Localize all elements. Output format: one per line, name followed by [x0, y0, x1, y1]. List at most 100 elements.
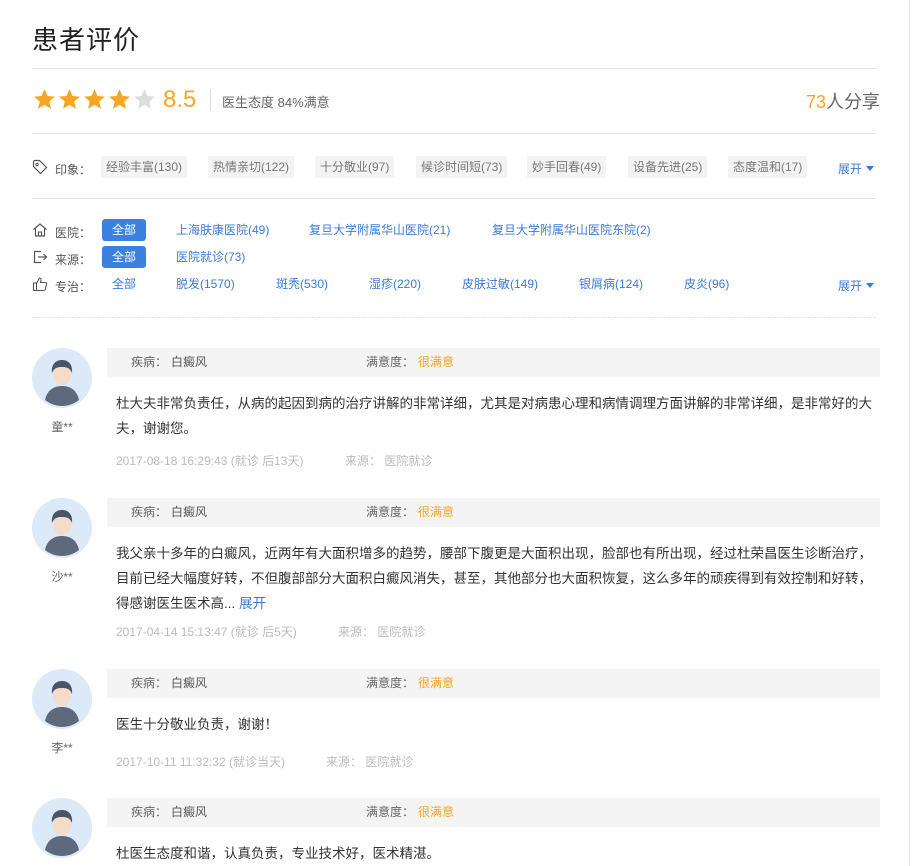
impression-tag[interactable]: 妙手回春(49) [527, 156, 607, 178]
impression-tag[interactable]: 设备先进(25) [628, 156, 708, 178]
specialty-filter-label: 专治： [55, 280, 92, 294]
exit-icon [33, 250, 48, 264]
disease-label: 疾病： [131, 355, 168, 369]
satisfaction-label: 满意度： [366, 805, 415, 819]
star-empty-icon [134, 89, 155, 109]
review-text-content: 医生十分敬业负责，谢谢！ [116, 717, 278, 732]
impression-tag[interactable]: 候诊时间短(73) [416, 156, 508, 178]
review-header: 疾病： 白癜风 满意度： 很满意 [107, 348, 880, 377]
star-filled-icon [84, 89, 105, 109]
satisfaction-label: 满意度： [366, 676, 415, 690]
divider [32, 198, 876, 199]
source-label: 来源： [326, 755, 363, 769]
hospital-option[interactable]: 复旦大学附属华山医院(21) [309, 219, 450, 241]
caret-down-icon [866, 166, 874, 171]
review-text: 杜医生态度和谐，认真负责，专业技术好，医术精湛。 [116, 841, 876, 866]
source-option-all[interactable]: 全部 [102, 246, 147, 268]
review-item: 疾病： 白癜风 满意度： 很满意 杜医生态度和谐，认真负责，专业技术好，医术精湛… [32, 798, 880, 866]
expand-label: 展开 [837, 162, 862, 176]
specialty-option[interactable]: 斑秃(530) [276, 273, 328, 295]
hospital-filter-row: 医院： 全部 上海肤康医院(49) 复旦大学附属华山医院(21) 复旦大学附属华… [32, 219, 880, 243]
star-filled-icon [109, 89, 130, 109]
source-value: 医院就诊 [384, 454, 433, 468]
review-text: 杜大夫非常负责任，从病的起因到病的治疗讲解的非常详细，尤其是对病患心理和病情调理… [116, 391, 876, 441]
specialty-option[interactable]: 皮炎(96) [684, 273, 729, 295]
disease-label: 疾病： [131, 805, 168, 819]
review-header: 疾病： 白癜风 满意度： 很满意 [107, 498, 880, 527]
review-text-content: 杜医生态度和谐，认真负责，专业技术好，医术精湛。 [116, 846, 440, 861]
divider [32, 133, 876, 134]
disease-label: 疾病： [131, 505, 168, 519]
specialty-option[interactable]: 银屑病(124) [579, 273, 643, 295]
review-header: 疾病： 白癜风 满意度： 很满意 [107, 798, 880, 827]
satisfaction-value: 很满意 [418, 355, 455, 369]
share-count: 73人分享 [806, 88, 880, 114]
review-date: 2017-10-11 11:32:32 (就诊当天) [116, 755, 285, 769]
disease-value: 白癜风 [171, 355, 208, 369]
impressions-expand-button[interactable]: 展开 [838, 160, 874, 177]
specialty-filter-row: 专治： 全部 脱发(1570) 斑秃(530) 湿疹(220) 皮肤过敏(149… [32, 273, 880, 297]
source-filter-label: 来源： [55, 253, 92, 267]
specialty-option-all[interactable]: 全部 [112, 273, 136, 295]
satisfaction-value: 很满意 [418, 505, 455, 519]
patient-reviews-panel: 患者评价 8.5 医生态度 84%满意 73人分享 印象： 经验丰富(130) … [0, 0, 910, 866]
divider [32, 68, 876, 69]
impression-label: 印象： [55, 163, 92, 177]
avatar [32, 498, 92, 558]
review-source: 来源： 医院就诊 [338, 623, 425, 640]
hospital-filter-label: 医院： [55, 226, 92, 240]
reviewer-name: 李** [51, 741, 73, 755]
caret-down-icon [866, 283, 874, 288]
reviewer-name: 沙** [51, 570, 73, 584]
review-date: 2017-04-14 15:13:47 (就诊 后5天) [116, 625, 297, 639]
divider [32, 317, 876, 318]
satisfaction-label: 满意度： [366, 355, 415, 369]
review-text-content: 我父亲十多年的白癜风，近两年有大面积增多的趋势，腰部下腹更是大面积出现，脸部也有… [116, 546, 872, 611]
review-text: 我父亲十多年的白癜风，近两年有大面积增多的趋势，腰部下腹更是大面积出现，脸部也有… [116, 541, 876, 616]
review-text: 医生十分敬业负责，谢谢！ [116, 712, 876, 737]
specialty-option[interactable]: 皮肤过敏(149) [462, 273, 538, 295]
impression-tag[interactable]: 经验丰富(130) [101, 156, 188, 178]
hospital-option[interactable]: 上海肤康医院(49) [176, 219, 269, 241]
page-title: 患者评价 [32, 25, 141, 55]
tag-icon [32, 159, 48, 175]
source-option[interactable]: 医院就诊(73) [176, 246, 245, 268]
review-item: 李** 疾病： 白癜风 满意度： 很满意 医生十分敬业负责，谢谢！ 2017-1… [32, 669, 880, 779]
impression-tag[interactable]: 态度温和(17) [728, 156, 808, 178]
source-value: 医院就诊 [365, 755, 414, 769]
disease-value: 白癜风 [171, 805, 208, 819]
impression-tag[interactable]: 热情亲切(122) [208, 156, 295, 178]
hospital-option-all[interactable]: 全部 [102, 219, 147, 241]
source-filter-row: 来源： 全部 医院就诊(73) [32, 246, 880, 270]
review-item: 沙** 疾病： 白癜风 满意度： 很满意 我父亲十多年的白癜风，近两年有大面积增… [32, 498, 880, 648]
avatar [32, 669, 92, 729]
avatar [32, 348, 92, 408]
disease-value: 白癜风 [171, 676, 208, 690]
source-value: 医院就诊 [377, 625, 426, 639]
impression-tag[interactable]: 十分敬业(97) [315, 156, 395, 178]
review-expand-link[interactable]: 展开 [239, 596, 266, 611]
reviewer-name: 童** [51, 420, 73, 434]
review-source: 来源： 医院就诊 [326, 753, 413, 770]
star-filled-icon [34, 89, 55, 109]
star-filled-icon [59, 89, 80, 109]
satisfaction-value: 很满意 [418, 805, 455, 819]
home-icon [33, 223, 47, 237]
disease-label: 疾病： [131, 676, 168, 690]
review-meta: 2017-10-11 11:32:32 (就诊当天) 来源： 医院就诊 [116, 753, 616, 770]
source-label: 来源： [345, 454, 382, 468]
specialty-option[interactable]: 湿疹(220) [369, 273, 421, 295]
rating-score: 8.5 [163, 86, 197, 113]
disease-value: 白癜风 [171, 505, 208, 519]
hospital-option[interactable]: 复旦大学附属华山医院东院(2) [492, 219, 651, 241]
share-count-number: 73 [805, 92, 826, 112]
specialty-option[interactable]: 脱发(1570) [176, 273, 235, 295]
review-text-content: 杜大夫非常负责任，从病的起因到病的治疗讲解的非常详细，尤其是对病患心理和病情调理… [116, 396, 872, 436]
review-date: 2017-08-18 16:29:43 (就诊 后13天) [116, 454, 304, 468]
review-header: 疾病： 白癜风 满意度： 很满意 [107, 669, 880, 698]
review-item: 童** 疾病： 白癜风 满意度： 很满意 杜大夫非常负责任，从病的起因到病的治疗… [32, 348, 880, 478]
specialty-expand-button[interactable]: 展开 [838, 277, 874, 294]
satisfaction-rate: 医生态度 84%满意 [222, 95, 330, 110]
divider [210, 89, 211, 111]
satisfaction-value: 很满意 [418, 676, 455, 690]
